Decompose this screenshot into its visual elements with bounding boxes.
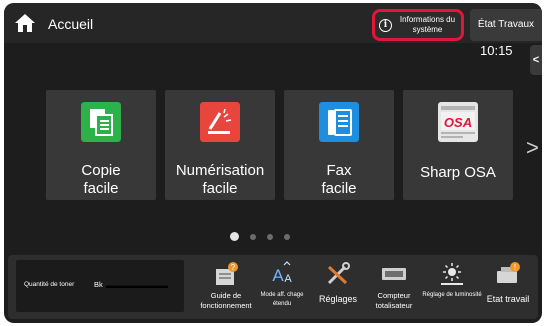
sharp-osa-icon: OSA	[438, 102, 478, 142]
toner-level-bar	[106, 285, 168, 288]
quick-action-label: Etat travail	[486, 294, 530, 304]
app-tile-label: Sharp OSA	[420, 164, 496, 181]
total-counter-button[interactable]: Compteur totalisateur	[368, 261, 420, 319]
enlarged-display-button[interactable]: A A Mode aff. chage étendu	[256, 261, 308, 319]
quick-action-label: Guide de fonctionnement	[200, 291, 252, 310]
app-tile-easy-scan[interactable]: Numérisation facile	[165, 90, 275, 200]
svg-text:A: A	[272, 266, 284, 285]
toner-label: Quantité de toner	[24, 281, 75, 288]
settings-tools-icon	[327, 262, 350, 285]
copy-icon	[81, 102, 121, 142]
job-status-quick-button[interactable]: ! Etat travail	[482, 261, 534, 319]
toner-color-label: Bk	[94, 280, 103, 289]
device-screen: Accueil i Informations du système État T…	[4, 3, 542, 323]
quick-action-label: Mode aff. chage étendu	[260, 292, 304, 307]
svg-text:OSA: OSA	[444, 115, 472, 130]
svg-text:!: !	[514, 263, 516, 272]
app-tile-label: Copie facile	[81, 162, 121, 197]
app-tile-easy-fax[interactable]: Fax facile	[284, 90, 394, 200]
clock: 10:15	[480, 43, 513, 58]
toner-level-panel: Quantité de toner Bk	[16, 260, 184, 312]
scan-icon	[200, 102, 240, 142]
quick-action-label: Compteur totalisateur	[375, 291, 413, 310]
operation-guide-icon: ?	[216, 262, 238, 285]
brightness-icon	[441, 263, 463, 285]
next-page-arrow[interactable]: >	[526, 135, 539, 161]
page-dot[interactable]	[267, 233, 273, 240]
job-status-button[interactable]: État Travaux	[470, 9, 542, 41]
home-icon	[15, 14, 35, 32]
app-tile-label: Fax facile	[321, 162, 357, 197]
page-indicator	[230, 232, 290, 241]
info-icon: i	[379, 18, 392, 32]
side-panel-tab[interactable]: <	[530, 45, 542, 75]
total-counter-icon	[382, 268, 406, 280]
quick-action-label: Réglage de luminosité	[422, 292, 482, 298]
job-status-icon: !	[497, 262, 520, 283]
quick-action-label: Réglages	[318, 294, 358, 304]
page-dot[interactable]	[250, 233, 256, 240]
app-tile-label: Numérisation facile	[175, 162, 265, 197]
top-bar: Accueil i Informations du système État T…	[4, 3, 542, 43]
enlarged-display-icon: A A	[272, 261, 292, 285]
operation-guide-button[interactable]: ? Guide de fonctionnement	[200, 261, 252, 319]
system-info-label: Informations du système	[399, 15, 456, 34]
system-info-button[interactable]: i Informations du système	[372, 9, 464, 41]
app-tile-easy-copy[interactable]: Copie facile	[46, 90, 156, 200]
home-label: Accueil	[48, 16, 94, 32]
settings-button[interactable]: Réglages	[312, 261, 364, 319]
brightness-button[interactable]: Réglage de luminosité	[422, 261, 482, 319]
app-tile-sharp-osa[interactable]: OSA Sharp OSA	[403, 90, 513, 200]
fax-icon	[319, 102, 359, 142]
svg-text:?: ?	[231, 263, 236, 272]
page-dot[interactable]	[284, 233, 290, 240]
page-dot[interactable]	[230, 232, 239, 241]
svg-text:A: A	[284, 273, 292, 285]
quick-action-bar: Quantité de toner Bk ? Guide de fonction…	[8, 255, 538, 319]
